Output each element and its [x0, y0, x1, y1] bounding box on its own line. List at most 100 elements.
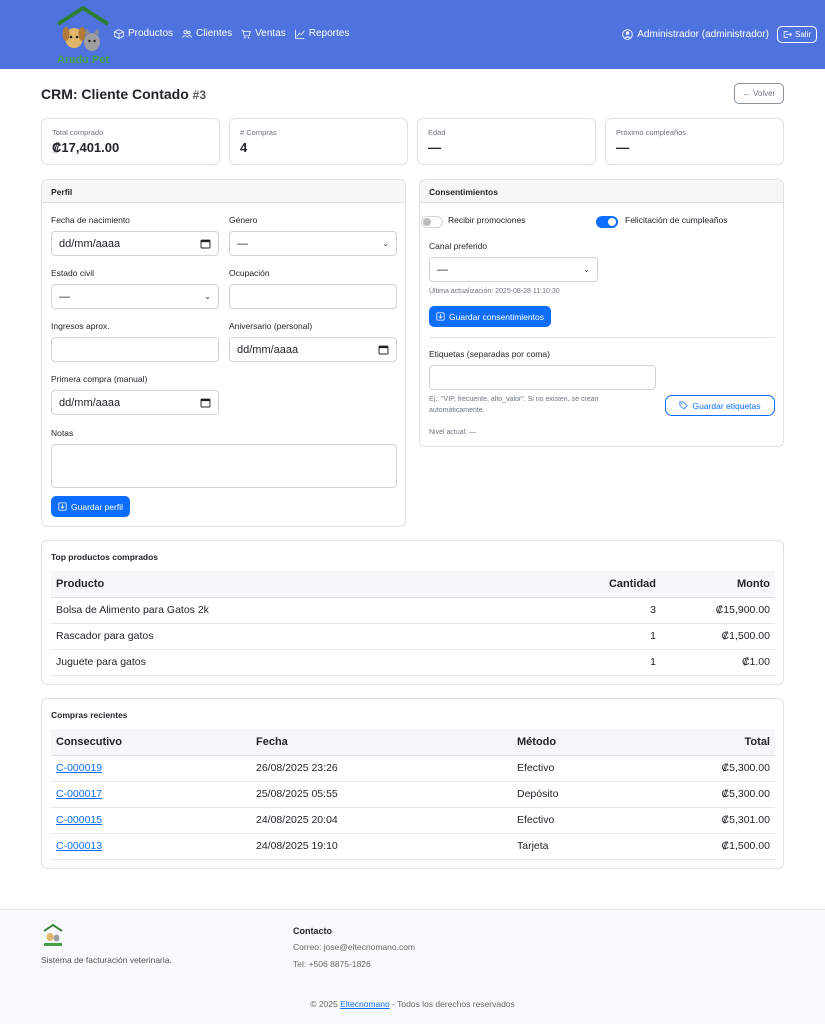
ocupacion-input[interactable] [229, 284, 397, 309]
ingresos-input[interactable] [51, 337, 219, 362]
calendar-icon[interactable] [200, 397, 211, 408]
estado-civil-select[interactable]: — ⌄ [51, 284, 219, 309]
consecutivo-link[interactable]: C-000019 [56, 762, 102, 774]
primera-compra-input[interactable]: dd/mm/aaaa [51, 390, 219, 415]
save-icon [58, 502, 67, 511]
calendar-icon[interactable] [378, 344, 389, 355]
consecutivo-link[interactable]: C-000017 [56, 788, 102, 800]
cell-total: ₡1,500.00 [655, 833, 775, 860]
nivel-actual: Nivel actual: — [429, 429, 477, 436]
logout-label: Salir [794, 30, 811, 39]
logout-button[interactable]: Salir [776, 26, 817, 43]
stat-label: Próximo cumpleaños [616, 128, 687, 137]
nav-ventas[interactable]: Ventas [241, 28, 286, 39]
stat-total-comprado: Total comprado ₡17,401.00 [41, 118, 220, 165]
cell-monto: ₡1,500.00 [661, 623, 775, 650]
promociones-toggle[interactable] [421, 216, 443, 228]
cell-producto: Rascador para gatos [51, 623, 551, 650]
footer-description: Sistema de facturación veterinaria. [41, 955, 172, 965]
page-title-text: CRM: Cliente Contado [41, 86, 189, 102]
chevron-down-icon: ⌄ [583, 265, 590, 274]
user-menu[interactable]: Administrador (administrador) [622, 29, 769, 40]
top-productos-table: Producto Cantidad Monto Bolsa de Aliment… [51, 571, 775, 676]
stat-proximo-cumpleanos: Próximo cumpleaños — [605, 118, 784, 165]
col-monto: Monto [661, 571, 775, 598]
cell-metodo: Tarjeta [512, 833, 655, 860]
consentimientos-header: Consentimientos [420, 180, 783, 203]
notas-label: Notas [51, 428, 74, 438]
etiquetas-label: Etiquetas (separadas por coma) [429, 349, 550, 359]
estado-civil-value: — [59, 290, 70, 303]
nav-clientes[interactable]: Clientes [182, 28, 232, 39]
stat-label: Total comprado [52, 128, 104, 137]
copyright-prefix: © 2025 [310, 999, 341, 1009]
guardar-consentimientos-button[interactable]: Guardar consentimientos [429, 306, 551, 327]
table-row: Rascador para gatos 1 ₡1,500.00 [51, 623, 775, 650]
stat-label: # Compras [240, 128, 277, 137]
consecutivo-link[interactable]: C-000013 [56, 840, 102, 852]
guardar-perfil-button[interactable]: Guardar perfil [51, 496, 130, 517]
primera-compra-label: Primera compra (manual) [51, 374, 148, 384]
cell-monto: ₡15,900.00 [661, 597, 775, 624]
consentimientos-card: Consentimientos Recibir promociones Feli… [419, 179, 784, 447]
table-row: C-000013 24/08/2025 19:10 Tarjeta ₡1,500… [51, 833, 775, 860]
people-icon [182, 29, 192, 38]
primera-compra-value: dd/mm/aaaa [59, 396, 121, 409]
copyright: © 2025 Eltecnomano - Todos los derechos … [0, 999, 825, 1009]
cumpleanos-toggle[interactable] [596, 216, 618, 228]
top-productos-card: Top productos comprados Producto Cantida… [41, 540, 784, 685]
stat-value: — [616, 140, 629, 155]
contact-title: Contacto [293, 926, 332, 936]
table-row: C-000015 24/08/2025 20:04 Efectivo ₡5,30… [51, 807, 775, 834]
aniversario-value: dd/mm/aaaa [237, 343, 299, 356]
cell-fecha: 26/08/2025 23:26 [251, 755, 512, 782]
cell-producto: Juguete para gatos [51, 649, 551, 676]
back-button[interactable]: ← Volver [734, 83, 784, 104]
stat-value: ₡17,401.00 [52, 140, 120, 155]
fecha-nacimiento-input[interactable]: dd/mm/aaaa [51, 231, 219, 256]
page-title: CRM: Cliente Contado #3 [41, 86, 206, 102]
user-name: Administrador (administrador) [637, 29, 769, 40]
stat-value: — [428, 140, 441, 155]
aniversario-input[interactable]: dd/mm/aaaa [229, 337, 397, 362]
client-id: #3 [192, 88, 207, 102]
perfil-header: Perfil [42, 180, 405, 203]
box-icon [114, 28, 124, 39]
cell-fecha: 25/08/2025 05:55 [251, 781, 512, 808]
col-cantidad: Cantidad [551, 571, 661, 598]
guardar-consentimientos-label: Guardar consentimientos [449, 311, 544, 322]
genero-select[interactable]: — ⌄ [229, 231, 397, 256]
table-row: Juguete para gatos 1 ₡1.00 [51, 649, 775, 676]
eltecnomano-link[interactable]: Eltecnomano [340, 999, 390, 1009]
cell-total: ₡5,301.00 [655, 807, 775, 834]
footer-logo-icon [43, 923, 63, 946]
cell-metodo: Efectivo [512, 755, 655, 782]
guardar-etiquetas-button[interactable]: Guardar etiquetas [665, 395, 775, 416]
fecha-nacimiento-value: dd/mm/aaaa [59, 237, 121, 250]
nav-reportes[interactable]: Reportes [294, 28, 349, 39]
nav-productos-label: Productos [128, 28, 174, 39]
canal-select[interactable]: — ⌄ [429, 257, 598, 282]
cart-icon [241, 29, 252, 38]
notas-textarea[interactable] [51, 444, 397, 488]
consecutivo-link[interactable]: C-000015 [56, 814, 102, 826]
compras-recientes-title: Compras recientes [51, 710, 128, 720]
nav-ventas-label: Ventas [255, 28, 286, 39]
brand-logo-icon[interactable]: Aradu Pet [52, 4, 114, 66]
box-arrow-right-icon [783, 31, 792, 38]
divider [429, 337, 775, 338]
cell-cantidad: 3 [551, 597, 661, 624]
stat-value: 4 [240, 140, 248, 155]
nav-productos[interactable]: Productos [114, 28, 173, 39]
compras-recientes-card: Compras recientes Consecutivo Fecha Méto… [41, 698, 784, 869]
contact-email: Correo: jose@eltecnomano.com [293, 942, 416, 952]
etiquetas-input[interactable] [429, 365, 656, 390]
col-fecha: Fecha [251, 729, 512, 756]
stat-edad: Edad — [417, 118, 596, 165]
ingresos-label: Ingresos aprox. [51, 321, 110, 331]
guardar-perfil-label: Guardar perfil [71, 501, 123, 512]
calendar-icon[interactable] [200, 238, 211, 249]
guardar-etiquetas-label: Guardar etiquetas [692, 400, 761, 411]
cell-metodo: Efectivo [512, 807, 655, 834]
cell-cantidad: 1 [551, 623, 661, 650]
